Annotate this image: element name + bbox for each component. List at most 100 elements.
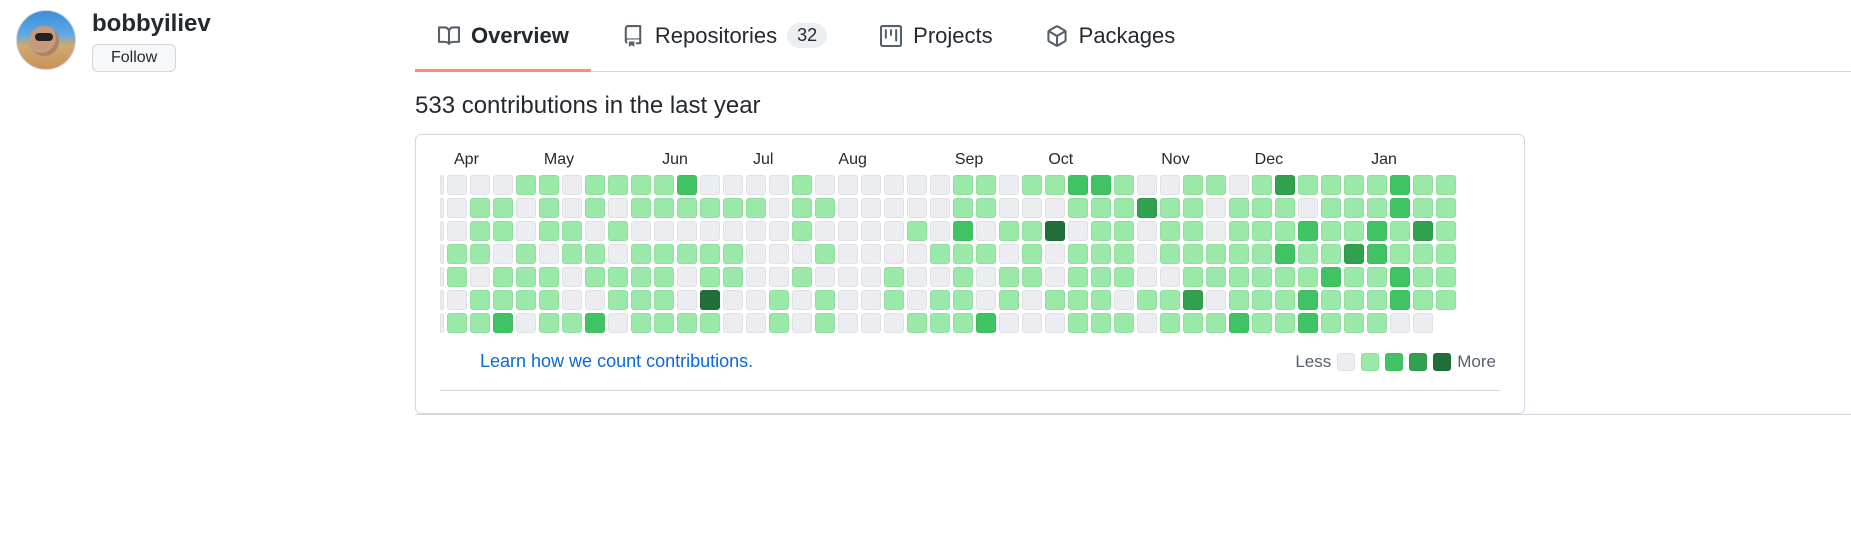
contribution-day[interactable] — [654, 313, 674, 333]
contribution-day[interactable] — [447, 290, 467, 310]
contribution-day[interactable] — [1298, 313, 1318, 333]
contribution-day[interactable] — [677, 313, 697, 333]
contribution-day[interactable] — [999, 290, 1019, 310]
contribution-day[interactable] — [1436, 198, 1456, 218]
contribution-day[interactable] — [1137, 244, 1157, 264]
contribution-day[interactable] — [631, 175, 651, 195]
contribution-day[interactable] — [930, 221, 950, 241]
contribution-day[interactable] — [654, 221, 674, 241]
contribution-day[interactable] — [976, 244, 996, 264]
contribution-day[interactable] — [1137, 198, 1157, 218]
contribution-day[interactable] — [1045, 313, 1065, 333]
tab-packages[interactable]: Packages — [1023, 0, 1198, 71]
avatar[interactable] — [16, 10, 76, 70]
contribution-day[interactable] — [1321, 221, 1341, 241]
contribution-day[interactable] — [493, 313, 513, 333]
contribution-day[interactable] — [493, 175, 513, 195]
contribution-day[interactable] — [1229, 267, 1249, 287]
contribution-day[interactable] — [608, 290, 628, 310]
contribution-day[interactable] — [861, 313, 881, 333]
contribution-day[interactable] — [1390, 175, 1410, 195]
contribution-day[interactable] — [999, 175, 1019, 195]
contribution-day[interactable] — [1275, 290, 1295, 310]
contribution-day[interactable] — [884, 290, 904, 310]
contribution-day[interactable] — [1367, 267, 1387, 287]
contribution-day[interactable] — [907, 290, 927, 310]
contribution-day[interactable] — [1252, 267, 1272, 287]
contribution-day[interactable] — [1206, 244, 1226, 264]
contribution-day[interactable] — [838, 175, 858, 195]
contribution-day[interactable] — [1413, 290, 1433, 310]
contribution-day[interactable] — [746, 244, 766, 264]
contribution-day[interactable] — [1367, 221, 1387, 241]
contribution-day[interactable] — [1298, 175, 1318, 195]
contribution-day[interactable] — [1436, 244, 1456, 264]
contribution-day[interactable] — [1045, 198, 1065, 218]
contribution-day[interactable] — [1183, 290, 1203, 310]
contribution-day[interactable] — [746, 221, 766, 241]
contribution-day[interactable] — [539, 267, 559, 287]
contribution-day[interactable] — [953, 175, 973, 195]
contribution-day[interactable] — [1321, 175, 1341, 195]
contribution-day[interactable] — [1367, 313, 1387, 333]
contribution-day[interactable] — [447, 221, 467, 241]
contribution-day[interactable] — [953, 221, 973, 241]
contribution-day[interactable] — [838, 244, 858, 264]
contribution-day[interactable] — [861, 267, 881, 287]
contribution-day[interactable] — [470, 221, 490, 241]
contribution-day[interactable] — [1436, 175, 1456, 195]
contribution-day[interactable] — [470, 290, 490, 310]
contribution-day[interactable] — [447, 267, 467, 287]
contribution-day[interactable] — [1390, 244, 1410, 264]
contribution-day[interactable] — [1321, 313, 1341, 333]
contribution-day[interactable] — [746, 313, 766, 333]
contribution-day[interactable] — [861, 290, 881, 310]
contribution-day[interactable] — [976, 221, 996, 241]
contribution-day[interactable] — [1022, 290, 1042, 310]
contribution-day[interactable] — [1114, 198, 1134, 218]
contribution-day[interactable] — [769, 313, 789, 333]
contribution-day[interactable] — [815, 244, 835, 264]
contribution-day[interactable] — [654, 267, 674, 287]
contribution-day[interactable] — [1114, 290, 1134, 310]
contribution-day[interactable] — [1298, 244, 1318, 264]
contribution-day[interactable] — [1091, 313, 1111, 333]
contribution-day[interactable] — [447, 244, 467, 264]
contribution-day[interactable] — [447, 198, 467, 218]
contribution-day[interactable] — [700, 175, 720, 195]
contribution-day[interactable] — [1068, 221, 1088, 241]
contribution-day[interactable] — [1275, 313, 1295, 333]
contribution-day[interactable] — [585, 313, 605, 333]
contribution-day[interactable] — [1321, 267, 1341, 287]
contribution-day[interactable] — [516, 290, 536, 310]
contribution-day[interactable] — [1022, 175, 1042, 195]
contribution-day[interactable] — [838, 313, 858, 333]
contribution-day[interactable] — [700, 267, 720, 287]
contribution-day[interactable] — [976, 290, 996, 310]
contribution-day[interactable] — [608, 244, 628, 264]
contribution-day[interactable] — [999, 244, 1019, 264]
contribution-day[interactable] — [1413, 221, 1433, 241]
contribution-day[interactable] — [585, 175, 605, 195]
contribution-day[interactable] — [1091, 221, 1111, 241]
contribution-day[interactable] — [930, 290, 950, 310]
contribution-day[interactable] — [1137, 221, 1157, 241]
contribution-day[interactable] — [539, 313, 559, 333]
contribution-day[interactable] — [1298, 290, 1318, 310]
contribution-day[interactable] — [631, 290, 651, 310]
contribution-day[interactable] — [1229, 198, 1249, 218]
contribution-day[interactable] — [493, 267, 513, 287]
contribution-day[interactable] — [1390, 290, 1410, 310]
contribution-day[interactable] — [1436, 290, 1456, 310]
contribution-day[interactable] — [470, 267, 490, 287]
contribution-day[interactable] — [976, 267, 996, 287]
contribution-day[interactable] — [999, 313, 1019, 333]
contribution-day[interactable] — [953, 198, 973, 218]
contribution-day[interactable] — [907, 244, 927, 264]
contribution-day[interactable] — [999, 221, 1019, 241]
contribution-day[interactable] — [1114, 221, 1134, 241]
contribution-day[interactable] — [539, 221, 559, 241]
contribution-day[interactable] — [1413, 175, 1433, 195]
contribution-day[interactable] — [1137, 267, 1157, 287]
contribution-day[interactable] — [1091, 175, 1111, 195]
